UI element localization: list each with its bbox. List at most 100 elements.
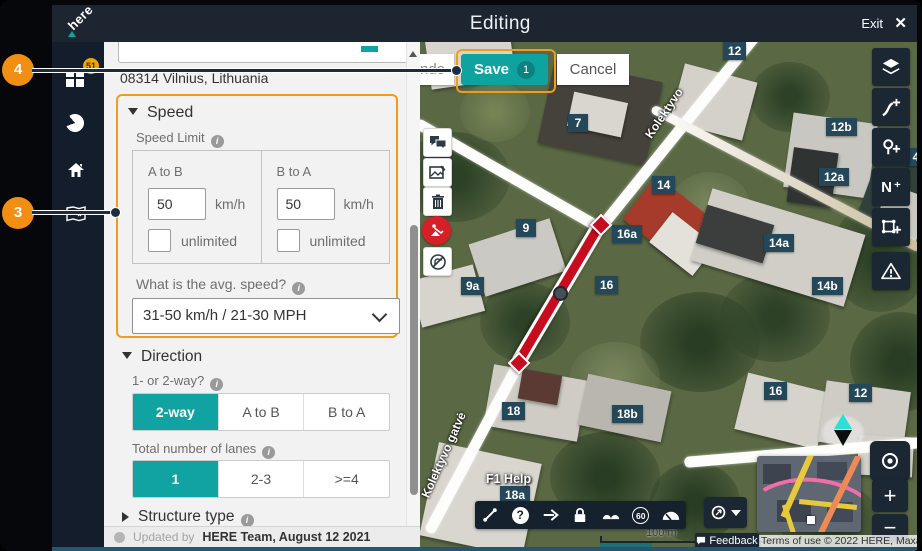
map-house-number-label[interactable]: 16 [595,276,619,294]
map-house-number-label[interactable]: 12 [849,384,873,402]
map-house-number-label[interactable]: 14 [652,176,676,194]
collapse-triangle-icon [122,352,132,359]
minimap[interactable] [757,456,861,532]
segment-tool-button[interactable] [475,507,505,523]
map-house-number-label[interactable]: 9 [516,219,536,237]
structure-type-header[interactable]: Structure type i [122,508,254,527]
info-icon[interactable]: i [292,282,306,295]
locate-button[interactable] [870,441,910,481]
here-logo-triangle-icon [68,31,76,37]
map-house-number-label[interactable]: 7 [568,114,588,132]
add-area-icon [881,219,901,234]
window-bottom-strip [52,547,917,551]
speed-limit-tool-button[interactable]: 60 [626,506,656,524]
way-option-btoa[interactable]: B to A [303,394,389,430]
map-house-number-label[interactable]: 12a [819,168,850,186]
panel-scrollbar[interactable] [406,42,420,528]
speed-section-header[interactable]: Speed [128,104,193,122]
avatar [114,531,125,543]
delete-button[interactable] [423,187,452,216]
speed-limit-label: Speed Limit i [136,130,224,148]
callout-dot-4 [452,66,461,75]
updated-by-label: Updated by [133,530,195,544]
map-canvas[interactable]: Kolektyvo Kolektyvo gatvė 7 12 12b 12a 14 16a… [420,42,917,547]
callout-circle-3: 3 [2,197,34,229]
segment-midpoint[interactable] [553,286,568,301]
map-house-number-label[interactable]: 14b [812,277,843,295]
map-house-number-label[interactable]: 9a [461,277,485,295]
layers-button[interactable] [872,48,910,86]
help-icon: ? [511,506,529,524]
street-name-input[interactable] [118,42,408,63]
bumps-tool-button[interactable] [596,509,626,521]
info-icon[interactable]: i [210,378,224,391]
add-area-button[interactable] [872,208,910,246]
direction-section-header[interactable]: Direction [122,348,202,366]
callout-circle-4: 4 [2,54,34,86]
map-house-number-label[interactable]: 12b [826,118,857,136]
map-house-number-label[interactable]: 18b [612,405,643,423]
unlimited-checkbox[interactable] [148,229,171,252]
callout-line-3 [32,211,115,214]
close-icon[interactable]: ✕ [894,14,907,32]
direction-marker-up-icon[interactable] [834,414,852,429]
feedback-button[interactable]: Feedback [695,533,759,547]
comments-button[interactable] [423,128,452,157]
gauge-tool-button[interactable] [656,509,686,521]
trash-icon [431,194,444,209]
avg-speed-label: What is the avg. speed? i [136,276,306,295]
lanes-option-1[interactable]: 1 [133,461,218,497]
edit-image-icon [429,165,446,179]
add-address-icon: N [881,178,892,196]
map-house-number-label[interactable]: 16 [764,382,788,400]
cancel-button[interactable]: Cancel [557,54,629,85]
construction-button[interactable] [422,216,451,245]
add-place-button[interactable] [872,128,910,166]
b-to-a-speed-input[interactable] [276,188,335,220]
save-button[interactable]: Save 1 [461,54,548,85]
way-option-2way[interactable]: 2-way [133,394,218,430]
edit-image-button[interactable] [423,158,452,187]
unlimited-label: unlimited [181,232,238,249]
help-tool-button[interactable]: ? [505,506,535,524]
map-house-number-label[interactable]: 18 [502,402,526,420]
lock-tool-button[interactable] [565,507,595,523]
info-icon[interactable]: i [262,446,276,459]
scroll-up-arrow-icon[interactable] [409,51,417,57]
minimap-viewport-marker [807,516,815,524]
home-icon [68,163,84,177]
sidebar-item-home[interactable] [66,161,90,185]
a-to-b-speed-input[interactable] [148,188,206,220]
zoom-in-button[interactable]: + [872,479,908,512]
info-icon[interactable]: i [210,135,224,148]
direction-marker-down-icon[interactable] [834,430,852,446]
lanes-option-4plus[interactable]: >=4 [303,461,389,497]
pie-chart-icon [62,110,88,136]
map-house-number-label[interactable]: 14a [764,234,795,252]
map-projects-icon [66,206,86,222]
way-option-atob[interactable]: A to B [217,394,304,430]
gps-probe-button[interactable] [704,497,747,528]
map-house-number-label[interactable]: 16a [612,225,643,243]
map-attribution[interactable]: Terms of use © 2022 HERE, Maxar [757,535,917,547]
add-address-button[interactable]: N ⁺ [872,168,910,206]
lanes-label: Total number of lanes i [132,441,276,459]
lanes-option-2-3[interactable]: 2-3 [217,461,304,497]
scrollbar-thumb[interactable] [410,225,418,495]
page-title: Editing [469,13,531,34]
dropdown-triangle-icon [731,509,741,516]
arrow-tool-button[interactable] [535,508,565,522]
exit-button[interactable]: Exit [861,16,883,31]
sidebar-item-map[interactable] [66,206,90,230]
unit-label: km/h [343,196,374,212]
map-house-number-label[interactable]: 12 [723,42,747,60]
add-road-button[interactable] [872,88,910,126]
gps-probe-icon [711,505,726,520]
avg-speed-select[interactable]: 31-50 km/h / 21-30 MPH [132,298,400,334]
bottom-map-toolbar: ? 60 [475,501,686,529]
sidebar-item-statistics[interactable] [62,110,90,138]
unlimited-checkbox[interactable] [276,229,300,252]
no-turn-button[interactable] [423,247,452,276]
right-map-toolbar: N ⁺ [872,48,910,292]
map-issues-button[interactable] [872,252,910,290]
